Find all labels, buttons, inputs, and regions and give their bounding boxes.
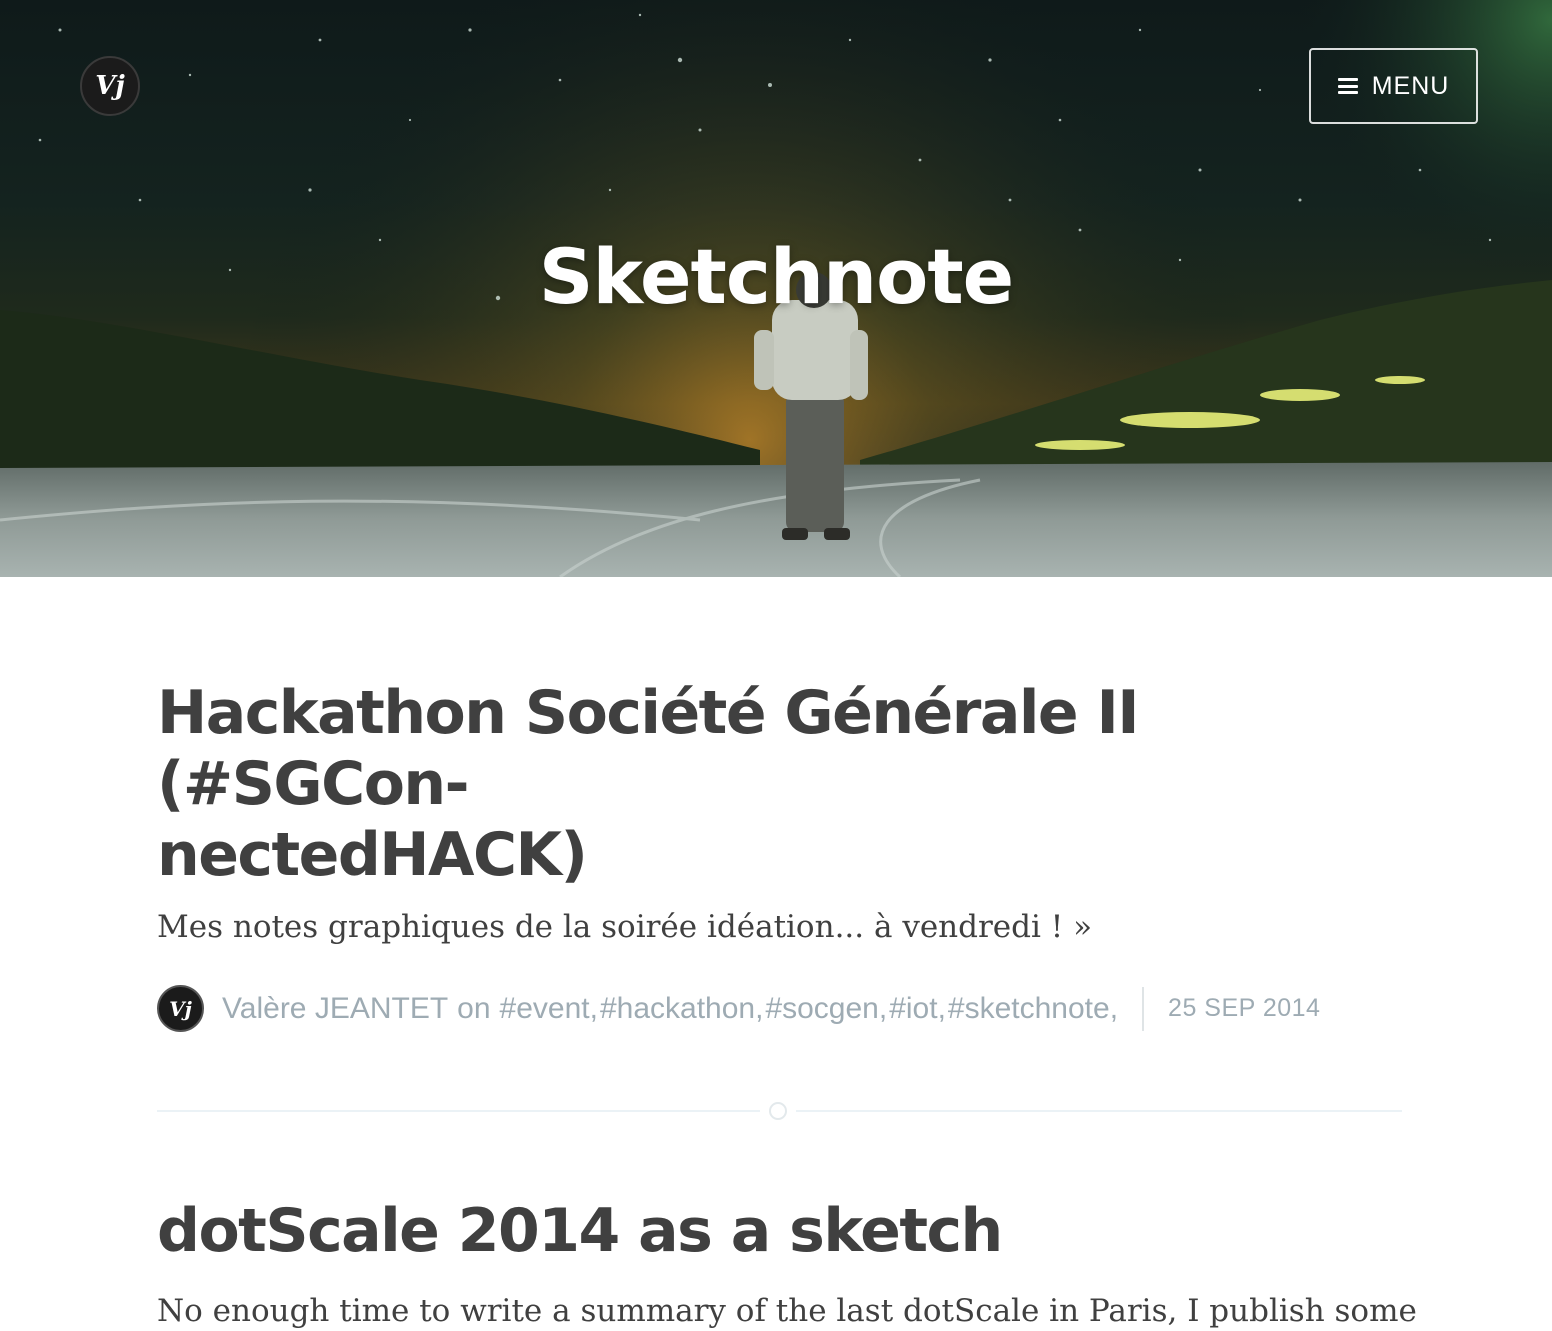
logo-text: Vj [95, 71, 125, 101]
tag-link[interactable]: #hackathon, [600, 992, 763, 1026]
tag-link[interactable]: #socgen, [765, 992, 887, 1026]
tag-link[interactable]: #event, [500, 992, 598, 1026]
post-item: Hackathon Société Générale II (#SGCon- n… [157, 678, 1402, 1032]
menu-label: MENU [1371, 71, 1450, 100]
divider-circle-icon [769, 1102, 787, 1120]
post-item: dotScale 2014 as a sketch No enough time… [157, 1196, 1417, 1331]
header-cover: Vj MENU Sketchnote [0, 0, 1552, 577]
post-title-line: Hackathon Société Générale II (#SGCon- [157, 678, 1140, 819]
page-title: Sketchnote [538, 232, 1014, 321]
post-excerpt[interactable]: No enough time to write a summary of the… [157, 1291, 1417, 1331]
post-excerpt[interactable]: Mes notes graphiques de la soirée idéati… [157, 907, 1402, 947]
menu-button[interactable]: MENU [1309, 48, 1478, 124]
hamburger-icon [1337, 78, 1358, 94]
author-avatar[interactable]: Vj [157, 985, 204, 1032]
tag-link[interactable]: #iot, [889, 992, 946, 1026]
author-name[interactable]: Valère JEANTET [222, 992, 448, 1026]
post-title-link[interactable]: Hackathon Société Générale II (#SGCon- n… [157, 678, 1402, 891]
author-on: on [457, 991, 491, 1025]
post-title-link[interactable]: dotScale 2014 as a sketch [157, 1196, 1402, 1267]
post-date: 25 SEP 2014 [1168, 994, 1321, 1022]
post-feed: Hackathon Société Générale II (#SGCon- n… [157, 577, 1417, 1331]
tag-link[interactable]: #sketchnote, [948, 992, 1118, 1026]
avatar-text: Vj [169, 996, 192, 1021]
post-meta: Vj Valère JEANTET on #event, #hackathon,… [157, 985, 1402, 1032]
blog-logo[interactable]: Vj [80, 56, 140, 116]
post-divider [157, 1101, 1402, 1121]
meta-separator [1142, 986, 1145, 1031]
post-title-line: nectedHACK) [157, 820, 588, 890]
